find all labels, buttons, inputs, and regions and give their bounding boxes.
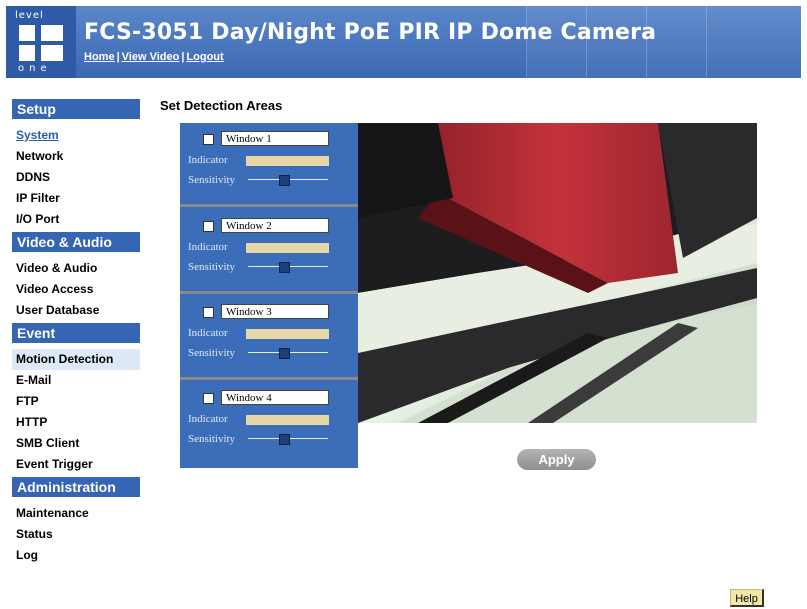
apply-button[interactable]: Apply bbox=[517, 449, 596, 470]
indicator-label: Indicator bbox=[188, 154, 228, 166]
detection-window-2: Window 2 Indicator Sensitivity bbox=[180, 210, 358, 294]
sidebar-item-email[interactable]: E-Mail bbox=[12, 370, 140, 391]
nav-logout-link[interactable]: Logout bbox=[186, 51, 223, 63]
window-3-checkbox[interactable] bbox=[203, 307, 214, 318]
detection-window-3: Window 3 Indicator Sensitivity bbox=[180, 296, 358, 380]
sensitivity-label: Sensitivity bbox=[188, 433, 236, 445]
sidebar-item-video-access[interactable]: Video Access bbox=[12, 279, 140, 300]
levelone-logo: level one bbox=[6, 6, 76, 78]
sidebar-item-ftp[interactable]: FTP bbox=[12, 391, 140, 412]
indicator-label: Indicator bbox=[188, 241, 228, 253]
sidebar-item-io-port[interactable]: I/O Port bbox=[12, 209, 140, 230]
sidebar-item-event-trigger[interactable]: Event Trigger bbox=[12, 454, 140, 475]
page-title: Set Detection Areas bbox=[160, 98, 283, 113]
sidebar-item-smb-client[interactable]: SMB Client bbox=[12, 433, 140, 454]
window-4-indicator-bar bbox=[246, 415, 329, 425]
sidebar-item-ddns[interactable]: DDNS bbox=[12, 167, 140, 188]
sensitivity-label: Sensitivity bbox=[188, 174, 236, 186]
window-4-checkbox[interactable] bbox=[203, 393, 214, 404]
window-2-sensitivity-thumb[interactable] bbox=[279, 262, 290, 273]
detection-window-panel: Window 1 Indicator Sensitivity Window 2 … bbox=[180, 123, 358, 468]
detection-window-1: Window 1 Indicator Sensitivity bbox=[180, 123, 358, 207]
nav-view-video-link[interactable]: View Video bbox=[122, 51, 180, 63]
page-header-title: FCS-3051 Day/Night PoE PIR IP Dome Camer… bbox=[84, 20, 657, 45]
video-preview[interactable] bbox=[358, 123, 757, 423]
sidebar: Setup System Network DDNS IP Filter I/O … bbox=[12, 99, 140, 566]
sidebar-item-user-database[interactable]: User Database bbox=[12, 300, 140, 321]
nav-home-link[interactable]: Home bbox=[84, 51, 115, 63]
section-header-video-audio: Video & Audio bbox=[12, 232, 140, 252]
camera-frame-image bbox=[358, 123, 757, 423]
sidebar-item-status[interactable]: Status bbox=[12, 524, 140, 545]
indicator-label: Indicator bbox=[188, 413, 228, 425]
sidebar-item-ip-filter[interactable]: IP Filter bbox=[12, 188, 140, 209]
sidebar-item-motion-detection[interactable]: Motion Detection bbox=[12, 349, 140, 370]
sidebar-item-system[interactable]: System bbox=[12, 125, 140, 146]
sidebar-item-network[interactable]: Network bbox=[12, 146, 140, 167]
window-1-indicator-bar bbox=[246, 156, 329, 166]
window-3-indicator-bar bbox=[246, 329, 329, 339]
window-2-name-field[interactable]: Window 2 bbox=[221, 218, 329, 233]
detection-window-4: Window 4 Indicator Sensitivity bbox=[180, 382, 358, 466]
window-3-name-field[interactable]: Window 3 bbox=[221, 304, 329, 319]
indicator-label: Indicator bbox=[188, 327, 228, 339]
help-button[interactable]: Help bbox=[730, 589, 764, 607]
window-2-checkbox[interactable] bbox=[203, 221, 214, 232]
header: level one FCS-3051 Day/Night PoE PIR IP … bbox=[0, 0, 807, 90]
section-header-setup: Setup bbox=[12, 99, 140, 119]
section-header-administration: Administration bbox=[12, 477, 140, 497]
window-4-name-field[interactable]: Window 4 bbox=[221, 390, 329, 405]
sidebar-item-log[interactable]: Log bbox=[12, 545, 140, 566]
window-3-sensitivity-thumb[interactable] bbox=[279, 348, 290, 359]
window-2-indicator-bar bbox=[246, 243, 329, 253]
sensitivity-label: Sensitivity bbox=[188, 347, 236, 359]
sidebar-item-video-audio[interactable]: Video & Audio bbox=[12, 258, 140, 279]
top-nav: Home | View Video | Logout bbox=[84, 51, 224, 63]
sensitivity-label: Sensitivity bbox=[188, 261, 236, 273]
sidebar-item-http[interactable]: HTTP bbox=[12, 412, 140, 433]
window-1-sensitivity-thumb[interactable] bbox=[279, 175, 290, 186]
window-1-name-field[interactable]: Window 1 bbox=[221, 131, 329, 146]
window-1-checkbox[interactable] bbox=[203, 134, 214, 145]
section-header-event: Event bbox=[12, 323, 140, 343]
sidebar-item-maintenance[interactable]: Maintenance bbox=[12, 503, 140, 524]
window-4-sensitivity-thumb[interactable] bbox=[279, 434, 290, 445]
